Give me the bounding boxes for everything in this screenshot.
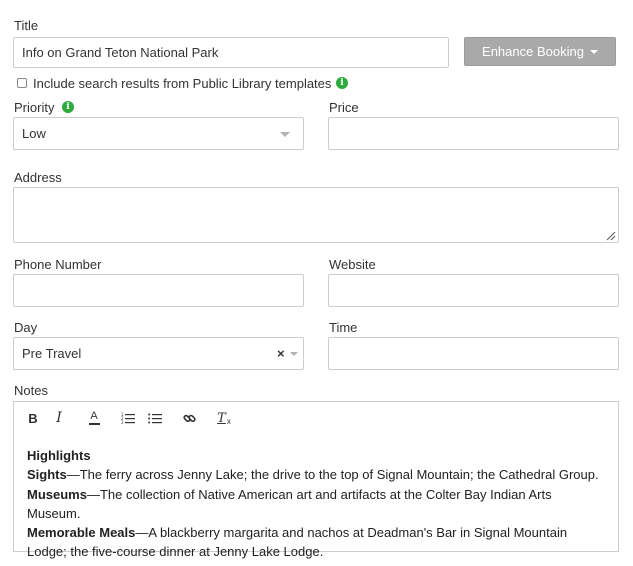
info-icon[interactable]: i [62, 101, 74, 113]
title-label: Title [14, 18, 39, 33]
clear-icon[interactable]: × [277, 346, 285, 361]
priority-select[interactable]: Low [13, 117, 304, 150]
text-color-icon[interactable]: A [85, 409, 103, 427]
time-input[interactable] [328, 337, 619, 370]
price-label: Price [329, 100, 359, 115]
notes-line-meals: Memorable Meals—A blackberry margarita a… [27, 525, 568, 560]
website-input[interactable] [328, 274, 619, 307]
include-public-library-checkbox[interactable] [17, 78, 27, 88]
notes-line-museums: Museums—The collection of Native America… [27, 486, 552, 521]
bold-icon[interactable]: B [24, 409, 42, 427]
enhance-booking-label: Enhance Booking [482, 44, 584, 59]
phone-input[interactable] [13, 274, 304, 307]
include-public-library-label: Include search results from Public Libra… [33, 76, 332, 91]
day-label: Day [14, 320, 38, 335]
priority-label: Priority [14, 100, 55, 115]
notes-line-sights: Sights—The ferry across Jenny Lake; the … [27, 467, 599, 483]
clear-format-icon[interactable]: T x [215, 409, 233, 427]
title-input[interactable]: Info on Grand Teton National Park [13, 37, 449, 68]
italic-icon[interactable]: I [50, 409, 68, 427]
link-icon[interactable] [180, 409, 198, 427]
resize-handle-icon[interactable] [606, 231, 616, 241]
time-label: Time [329, 320, 358, 335]
price-input[interactable] [328, 117, 619, 150]
bullet-list-icon[interactable] [146, 409, 164, 427]
enhance-booking-button[interactable]: Enhance Booking [464, 37, 616, 66]
phone-label: Phone Number [14, 257, 102, 272]
chevron-down-icon [280, 132, 290, 137]
priority-select-value: Low [22, 126, 46, 141]
title-input-value: Info on Grand Teton National Park [22, 45, 219, 60]
chevron-down-icon [290, 352, 298, 356]
info-icon[interactable]: i [336, 77, 348, 89]
notes-heading: Highlights [27, 448, 91, 463]
address-label: Address [14, 170, 62, 185]
notes-editor[interactable]: Highlights Sights—The ferry across Jenny… [13, 433, 619, 559]
address-textarea[interactable] [13, 187, 619, 243]
chevron-down-icon [589, 49, 598, 54]
website-label: Website [329, 257, 376, 272]
day-select[interactable]: Pre Travel [13, 337, 304, 370]
svg-text:3: 3 [121, 420, 124, 424]
ordered-list-icon[interactable]: 1 2 3 [119, 409, 137, 427]
notes-toolbar: B I A 1 2 3 T x [13, 401, 619, 434]
day-select-value: Pre Travel [22, 346, 82, 361]
notes-label: Notes [14, 383, 48, 398]
